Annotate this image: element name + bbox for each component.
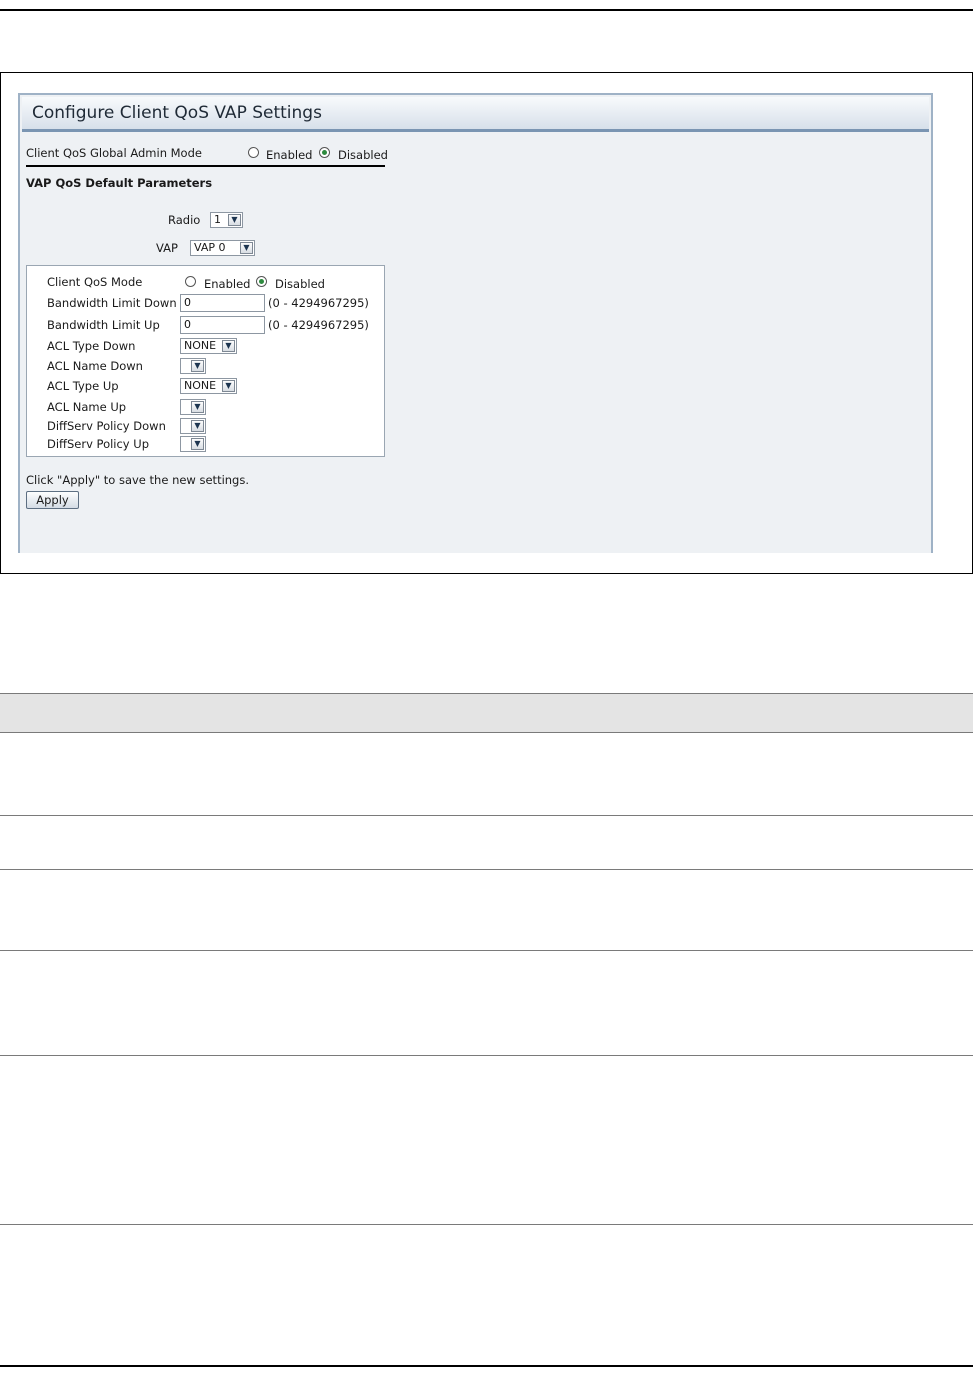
chevron-down-icon: ▼: [222, 380, 235, 392]
acl-type-up-select[interactable]: NONE ▼: [180, 378, 237, 394]
chevron-down-icon: ▼: [191, 360, 204, 372]
section-title: VAP QoS Default Parameters: [26, 176, 213, 190]
bandwidth-down-label: Bandwidth Limit Down: [47, 296, 177, 310]
global-admin-mode-label: Client QoS Global Admin Mode: [26, 146, 202, 160]
vap-label: VAP: [156, 241, 178, 255]
global-mode-enabled-label: Enabled: [266, 148, 313, 162]
diffserv-up-label: DiffServ Policy Up: [47, 437, 149, 451]
vap-select-value: VAP 0: [194, 241, 226, 254]
apply-button[interactable]: Apply: [26, 491, 79, 509]
chevron-down-icon: ▼: [228, 214, 241, 226]
apply-hint: Click "Apply" to save the new settings.: [26, 473, 250, 487]
table-row-divider: [0, 950, 973, 951]
client-qos-disabled-label: Disabled: [275, 277, 325, 291]
acl-type-up-label: ACL Type Up: [47, 379, 119, 393]
client-qos-disabled-radio[interactable]: [256, 276, 267, 287]
bandwidth-up-range: (0 - 4294967295): [268, 318, 369, 332]
chevron-down-icon: ▼: [240, 242, 253, 254]
chevron-down-icon: ▼: [191, 438, 204, 450]
acl-type-up-value: NONE: [184, 379, 217, 392]
radio-label: Radio: [168, 213, 201, 227]
acl-type-down-select[interactable]: NONE ▼: [180, 338, 237, 354]
global-mode-disabled-label: Disabled: [338, 148, 388, 162]
table-row-divider: [0, 869, 973, 870]
acl-type-down-label: ACL Type Down: [47, 339, 136, 353]
global-mode-disabled-radio[interactable]: [319, 147, 330, 158]
screenshot-figure: Configure Client QoS VAP Settings Client…: [0, 72, 973, 574]
acl-name-up-label: ACL Name Up: [47, 400, 127, 414]
client-qos-mode-label: Client QoS Mode: [47, 275, 143, 289]
acl-type-down-value: NONE: [184, 339, 217, 352]
panel-header: Configure Client QoS VAP Settings: [22, 97, 929, 132]
bandwidth-down-range: (0 - 4294967295): [268, 296, 369, 310]
chevron-down-icon: ▼: [191, 401, 204, 413]
table-row-divider: [0, 1224, 973, 1225]
client-qos-enabled-radio[interactable]: [185, 276, 196, 287]
bandwidth-up-input[interactable]: 0: [180, 316, 265, 334]
radio-select-value: 1: [214, 213, 221, 226]
bandwidth-up-label: Bandwidth Limit Up: [47, 318, 160, 332]
vap-select[interactable]: VAP 0 ▼: [190, 240, 255, 256]
parameter-table-header: [0, 693, 973, 733]
diffserv-down-select[interactable]: ▼: [180, 418, 206, 434]
table-row-divider: [0, 815, 973, 816]
acl-name-down-label: ACL Name Down: [47, 359, 143, 373]
client-qos-enabled-label: Enabled: [204, 277, 251, 291]
global-mode-underline: [26, 165, 385, 167]
vap-parameters-box: Client QoS Mode Enabled Disabled Bandwid…: [26, 265, 385, 457]
diffserv-up-select[interactable]: ▼: [180, 436, 206, 452]
chevron-down-icon: ▼: [191, 420, 204, 432]
page-top-rule: [0, 9, 973, 11]
page-bottom-rule: [0, 1365, 973, 1367]
settings-panel: Configure Client QoS VAP Settings Client…: [18, 93, 933, 553]
acl-name-down-select[interactable]: ▼: [180, 358, 206, 374]
chevron-down-icon: ▼: [222, 340, 235, 352]
diffserv-down-label: DiffServ Policy Down: [47, 419, 166, 433]
global-mode-enabled-radio[interactable]: [248, 147, 259, 158]
bandwidth-down-input[interactable]: 0: [180, 294, 265, 312]
acl-name-up-select[interactable]: ▼: [180, 399, 206, 415]
radio-select[interactable]: 1 ▼: [210, 212, 243, 228]
panel-title: Configure Client QoS VAP Settings: [32, 103, 322, 123]
table-row-divider: [0, 1055, 973, 1056]
